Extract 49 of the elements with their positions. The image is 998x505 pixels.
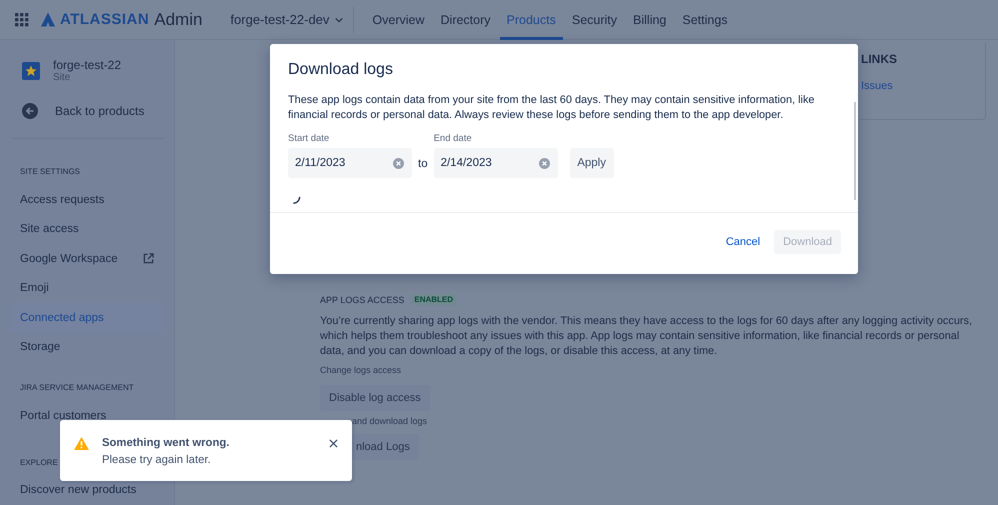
sidebar-item[interactable]: Access requests	[10, 185, 164, 214]
field-label: End date	[434, 133, 473, 144]
sidebar-item[interactable]: Connected apps	[10, 303, 164, 332]
sidebar-item[interactable]: Emoji	[10, 274, 164, 303]
separator-text: to	[418, 158, 428, 170]
nav-tab[interactable]: Security	[564, 0, 624, 40]
dialog-text: These app logs contain data from your site from the last 60 days. They may contain sensitive information, like financial records or personal data. Always review these logs before sending them to the app developer.	[288, 93, 816, 123]
toast-message: Please try again later.	[102, 454, 212, 466]
nav-tab[interactable]: Directory	[434, 0, 498, 40]
section-heading: SITE SETTINGS	[19, 166, 80, 178]
section-heading: JIRA SERVICE MANAGEMENT	[19, 382, 134, 394]
logo-icon	[41, 12, 55, 27]
sidebar-item[interactable]: Storage	[10, 332, 164, 362]
end-date-field[interactable]: 2/14/2023	[434, 148, 558, 178]
download-logs-button[interactable]: nload Logs	[352, 434, 419, 460]
description-text: You’re currently sharing app logs with the vendor. This means they have access to the logs for 60 days after any logging activity occurs, which helps them troubleshoot any issues with this app. App logs may contain sensitive information, like financial records or personal data, and you can download a copy of the logs, or disable this access, at any time.	[320, 314, 973, 359]
nav-tab[interactable]: Products	[500, 0, 563, 40]
status-lozenge: ENABLED	[411, 294, 456, 305]
card-heading: LINKS	[861, 52, 898, 66]
sidebar-item[interactable]: Google Workspace	[10, 244, 164, 274]
cancel-button[interactable]: Cancel	[726, 236, 760, 248]
organization-dropdown[interactable]: forge-test-22-dev	[230, 12, 344, 27]
site-type: Site	[53, 72, 72, 83]
dialog-title: Download logs	[287, 60, 394, 79]
clear-icon[interactable]	[393, 158, 404, 168]
toast-title: Something went wrong.	[102, 437, 230, 449]
section-heading: EXPLORE	[19, 456, 58, 468]
field-label: Start date	[288, 133, 330, 144]
nav-tab[interactable]: Billing	[626, 0, 674, 40]
issues-link[interactable]: Issues	[861, 80, 985, 92]
section-heading: APP LOGS ACCESS	[320, 294, 404, 304]
back-link[interactable]: Back to products	[10, 83, 164, 119]
warning-icon	[74, 437, 89, 450]
site-name: forge-test-22	[53, 58, 122, 72]
chevron-down-icon	[335, 16, 344, 22]
app-switcher-icon[interactable]	[15, 12, 29, 26]
disable-log-access-button[interactable]: Disable log access	[320, 385, 430, 411]
download-caption: and download logs	[352, 416, 428, 426]
brand-name: ATLASSIAN	[60, 11, 150, 28]
apply-button[interactable]: Apply	[570, 148, 614, 178]
start-date-field[interactable]: 2/11/2023	[288, 148, 412, 178]
scrollbar[interactable]	[854, 102, 856, 200]
sidebar-item[interactable]: Site access	[10, 214, 164, 244]
nav-tab[interactable]: Settings	[675, 0, 735, 40]
close-icon[interactable]	[329, 439, 338, 448]
nav-tab[interactable]: Overview	[365, 0, 432, 40]
change-logs-link[interactable]: Change logs access	[320, 365, 402, 375]
clear-icon[interactable]	[538, 158, 550, 168]
app-name: Admin	[154, 10, 202, 30]
